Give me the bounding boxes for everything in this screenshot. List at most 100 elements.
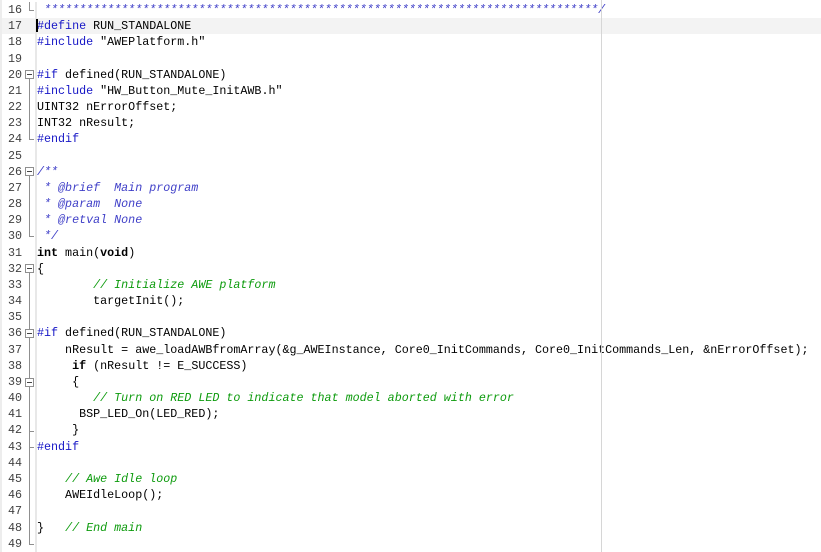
code-token: "HW_Button_Mute_InitAWB.h" [100, 84, 282, 98]
line-number[interactable]: 47 [2, 503, 24, 519]
line-number[interactable]: 44 [2, 455, 24, 471]
code-text[interactable]: { [37, 374, 821, 390]
code-text[interactable]: int main(void) [37, 245, 821, 261]
line-number[interactable]: 21 [2, 83, 24, 99]
line-number[interactable]: 16 [2, 2, 24, 18]
fold-toggle-icon[interactable] [24, 164, 37, 180]
editor-window: 16 *************************************… [0, 0, 821, 552]
code-text[interactable]: * @retval None [37, 212, 821, 228]
line-number[interactable]: 43 [2, 439, 24, 455]
code-text[interactable]: BSP_LED_On(LED_RED); [37, 406, 821, 422]
line-number[interactable]: 19 [2, 51, 24, 67]
code-text[interactable]: // Initialize AWE platform [37, 277, 821, 293]
code-text[interactable] [37, 536, 821, 552]
code-line: 23 INT32 nResult; [2, 115, 821, 131]
code-text[interactable]: nResult = awe_loadAWBfromArray(&g_AWEIns… [37, 342, 821, 358]
collapse-minus-icon[interactable] [25, 378, 34, 387]
code-token: defined(RUN_STANDALONE) [58, 326, 226, 340]
fold-guide-line [29, 212, 30, 228]
code-token: RUN_STANDALONE [86, 19, 191, 33]
collapse-minus-icon[interactable] [25, 167, 34, 176]
code-text[interactable]: */ [37, 228, 821, 244]
line-number[interactable]: 38 [2, 358, 24, 374]
fold-margin [24, 228, 37, 244]
code-token: // Awe Idle loop [65, 472, 177, 486]
code-token [37, 359, 72, 373]
line-number[interactable]: 26 [2, 164, 24, 180]
collapse-minus-icon[interactable] [25, 70, 34, 79]
code-text[interactable]: #endif [37, 131, 821, 147]
code-token: */ [37, 229, 58, 243]
code-text[interactable]: } // End main [37, 520, 821, 536]
line-number[interactable]: 20 [2, 67, 24, 83]
code-token: { [37, 262, 44, 276]
code-text[interactable]: targetInit(); [37, 293, 821, 309]
code-text[interactable]: AWEIdleLoop(); [37, 487, 821, 503]
code-text[interactable]: INT32 nResult; [37, 115, 821, 131]
line-number[interactable]: 41 [2, 406, 24, 422]
code-text[interactable] [37, 309, 821, 325]
code-text[interactable]: { [37, 261, 821, 277]
line-number[interactable]: 25 [2, 148, 24, 164]
code-editor[interactable]: 16 *************************************… [0, 0, 821, 552]
fold-toggle-icon[interactable] [24, 261, 37, 277]
code-text[interactable]: #include "AWEPlatform.h" [37, 34, 821, 50]
code-text[interactable]: * @param None [37, 196, 821, 212]
code-text[interactable] [37, 148, 821, 164]
line-number[interactable]: 31 [2, 245, 24, 261]
line-number[interactable]: 33 [2, 277, 24, 293]
code-text[interactable] [37, 455, 821, 471]
line-number[interactable]: 48 [2, 520, 24, 536]
fold-toggle-icon[interactable] [24, 374, 37, 390]
fold-toggle-icon[interactable] [24, 67, 37, 83]
line-number[interactable]: 23 [2, 115, 24, 131]
code-text[interactable]: UINT32 nErrorOffset; [37, 99, 821, 115]
line-number[interactable]: 29 [2, 212, 24, 228]
line-number[interactable]: 18 [2, 34, 24, 50]
line-number[interactable]: 27 [2, 180, 24, 196]
fold-guide-line [29, 358, 30, 374]
line-number[interactable]: 42 [2, 422, 24, 438]
code-text[interactable]: * @brief Main program [37, 180, 821, 196]
code-text[interactable] [37, 503, 821, 519]
code-text[interactable]: } [37, 422, 821, 438]
code-text[interactable]: #endif [37, 439, 821, 455]
line-number[interactable]: 32 [2, 261, 24, 277]
code-line: 31 int main(void) [2, 245, 821, 261]
code-text[interactable]: #if defined(RUN_STANDALONE) [37, 325, 821, 341]
line-number[interactable]: 35 [2, 309, 24, 325]
collapse-minus-icon[interactable] [25, 329, 34, 338]
collapse-minus-icon[interactable] [25, 264, 34, 273]
line-number[interactable]: 40 [2, 390, 24, 406]
line-number[interactable]: 17 [2, 18, 24, 34]
code-text[interactable]: // Awe Idle loop [37, 471, 821, 487]
fold-guide-line [29, 520, 30, 536]
line-number[interactable]: 46 [2, 487, 24, 503]
code-token: UINT32 nErrorOffset; [37, 100, 177, 114]
line-number[interactable]: 34 [2, 293, 24, 309]
line-number[interactable]: 36 [2, 325, 24, 341]
line-number[interactable]: 39 [2, 374, 24, 390]
line-number[interactable]: 30 [2, 228, 24, 244]
code-text[interactable] [37, 51, 821, 67]
code-text[interactable]: /** [37, 164, 821, 180]
code-line: 19 [2, 51, 821, 67]
line-number[interactable]: 28 [2, 196, 24, 212]
line-number[interactable]: 22 [2, 99, 24, 115]
code-line: 30 */ [2, 228, 821, 244]
code-token: defined(RUN_STANDALONE) [58, 68, 226, 82]
code-text[interactable]: // Turn on RED LED to indicate that mode… [37, 390, 821, 406]
line-number[interactable]: 49 [2, 536, 24, 552]
code-text[interactable]: #define RUN_STANDALONE [37, 18, 821, 34]
code-text[interactable]: if (nResult != E_SUCCESS) [37, 358, 821, 374]
code-line: 40 // Turn on RED LED to indicate that m… [2, 390, 821, 406]
fold-guide-line [29, 536, 30, 544]
fold-toggle-icon[interactable] [24, 325, 37, 341]
code-text[interactable]: ****************************************… [37, 2, 821, 18]
fold-guide-line [29, 131, 30, 139]
line-number[interactable]: 24 [2, 131, 24, 147]
code-text[interactable]: #include "HW_Button_Mute_InitAWB.h" [37, 83, 821, 99]
code-text[interactable]: #if defined(RUN_STANDALONE) [37, 67, 821, 83]
line-number[interactable]: 45 [2, 471, 24, 487]
line-number[interactable]: 37 [2, 342, 24, 358]
